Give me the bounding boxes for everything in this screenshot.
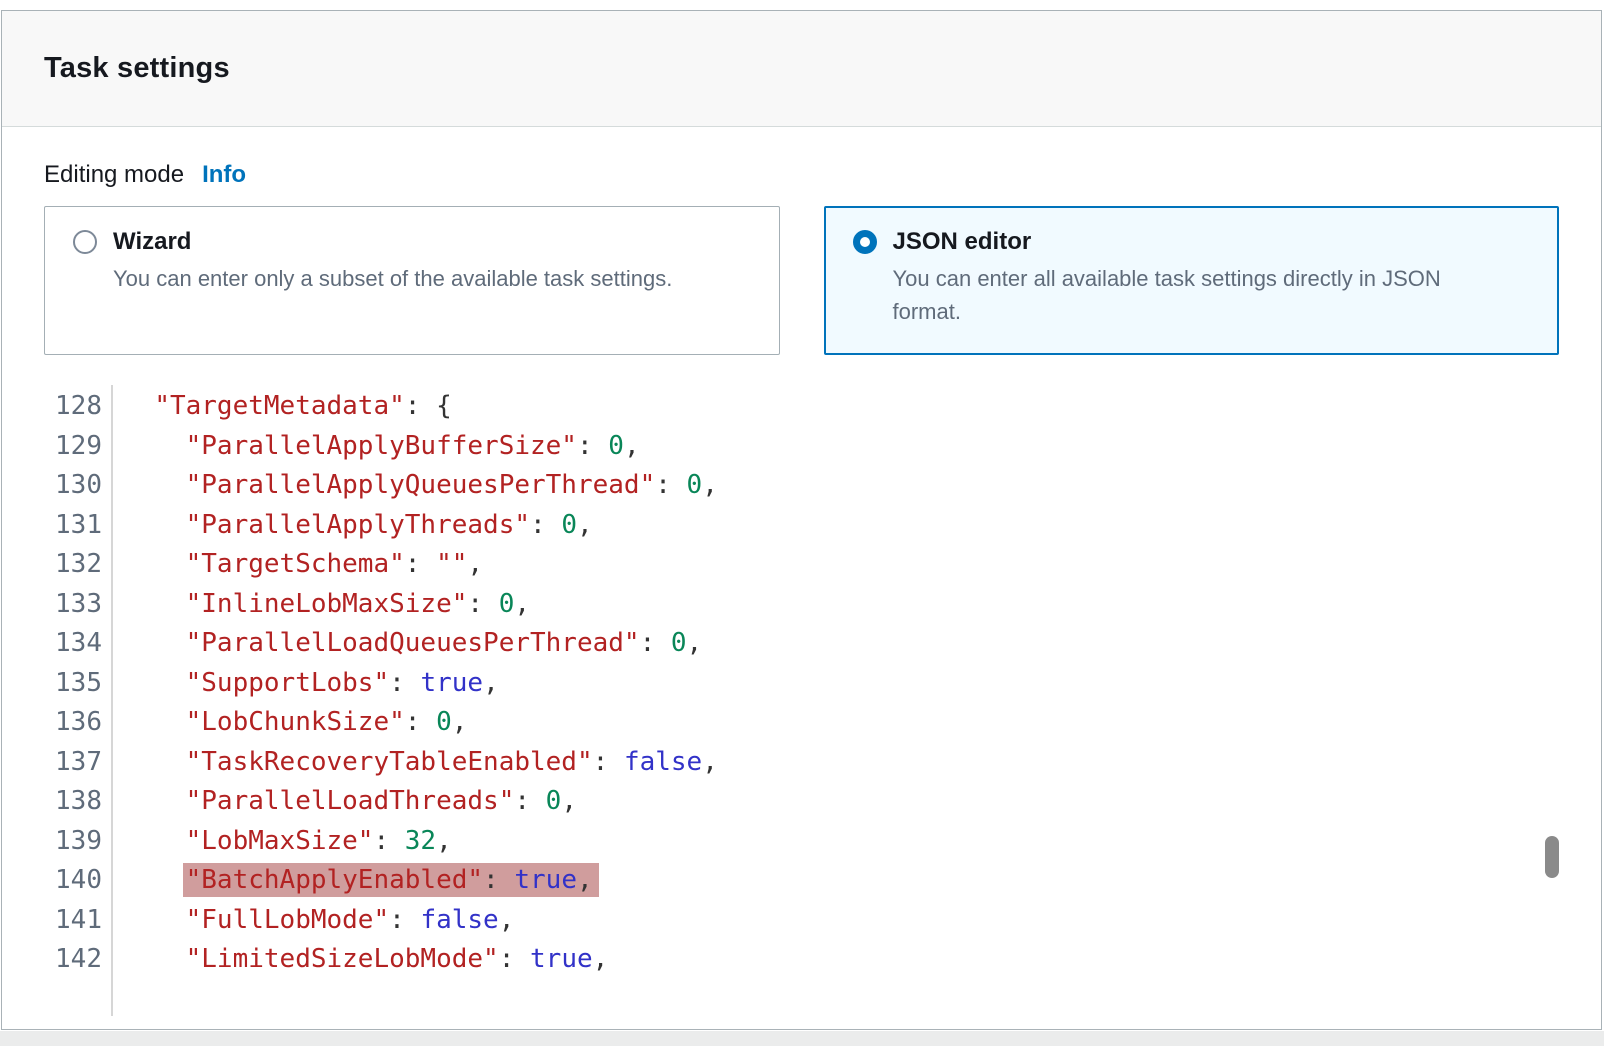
code-line[interactable]: 135 "SupportLobs": true, <box>2 664 1601 704</box>
code-line[interactable]: 132 "TargetSchema": "", <box>2 545 1601 585</box>
code-line[interactable]: 142 "LimitedSizeLobMode": true, <box>2 940 1601 980</box>
json-editor-tile-description: You can enter all available task setting… <box>893 262 1505 328</box>
code-line[interactable]: 140 "BatchApplyEnabled": true, <box>2 861 1601 901</box>
highlighted-code: "BatchApplyEnabled": true, <box>183 863 599 897</box>
line-number: 131 <box>2 506 111 546</box>
json-editor-tile-title: JSON editor <box>893 227 1505 257</box>
code-line[interactable]: 129 "ParallelApplyBufferSize": 0, <box>2 427 1601 467</box>
wizard-tile-title: Wizard <box>113 227 672 257</box>
tile-json-editor[interactable]: JSON editor You can enter all available … <box>824 206 1560 355</box>
gutter-divider <box>111 385 113 1016</box>
editing-mode-row: Editing mode Info <box>44 161 1559 189</box>
page-bottom-strip <box>0 1031 1604 1046</box>
line-number: 142 <box>2 940 111 980</box>
page-title: Task settings <box>44 52 230 85</box>
line-number: 135 <box>2 664 111 704</box>
code-line[interactable]: 134 "ParallelLoadQueuesPerThread": 0, <box>2 624 1601 664</box>
editor-scrollbar-thumb[interactable] <box>1545 836 1559 878</box>
line-number: 138 <box>2 782 111 822</box>
tile-wizard[interactable]: Wizard You can enter only a subset of th… <box>44 206 780 355</box>
line-number: 133 <box>2 585 111 625</box>
line-number: 137 <box>2 743 111 783</box>
code-line[interactable]: 139 "LobMaxSize": 32, <box>2 822 1601 862</box>
line-number: 130 <box>2 466 111 506</box>
code-line[interactable]: 131 "ParallelApplyThreads": 0, <box>2 506 1601 546</box>
code-line[interactable]: 141 "FullLobMode": false, <box>2 901 1601 941</box>
editing-mode-tiles: Wizard You can enter only a subset of th… <box>44 206 1559 355</box>
line-number: 132 <box>2 545 111 585</box>
line-number: 136 <box>2 703 111 743</box>
line-number: 134 <box>2 624 111 664</box>
wizard-radio[interactable] <box>73 230 97 254</box>
line-number: 128 <box>2 387 111 427</box>
line-number: 140 <box>2 861 111 901</box>
code-line[interactable]: 137 "TaskRecoveryTableEnabled": false, <box>2 743 1601 783</box>
code-line[interactable]: 130 "ParallelApplyQueuesPerThread": 0, <box>2 466 1601 506</box>
wizard-tile-description: You can enter only a subset of the avail… <box>113 262 672 295</box>
code-line[interactable]: 138 "ParallelLoadThreads": 0, <box>2 782 1601 822</box>
wizard-tile-text: Wizard You can enter only a subset of th… <box>113 227 672 334</box>
line-number: 129 <box>2 427 111 467</box>
info-link[interactable]: Info <box>202 161 246 189</box>
code-lines: 128 "TargetMetadata": {129 "ParallelAppl… <box>2 387 1601 980</box>
editing-mode-label: Editing mode <box>44 161 184 189</box>
line-number: 141 <box>2 901 111 941</box>
editing-mode-section: Editing mode Info Wizard You can enter o… <box>2 127 1601 355</box>
json-code-editor[interactable]: 128 "TargetMetadata": {129 "ParallelAppl… <box>2 387 1601 1030</box>
code-line[interactable]: 136 "LobChunkSize": 0, <box>2 703 1601 743</box>
json-editor-tile-text: JSON editor You can enter all available … <box>893 227 1505 334</box>
json-editor-radio[interactable] <box>853 230 877 254</box>
task-settings-panel: Task settings Editing mode Info Wizard Y… <box>1 10 1602 1030</box>
line-number: 139 <box>2 822 111 862</box>
code-line[interactable]: 128 "TargetMetadata": { <box>2 387 1601 427</box>
panel-header: Task settings <box>2 11 1601 127</box>
code-line[interactable]: 133 "InlineLobMaxSize": 0, <box>2 585 1601 625</box>
